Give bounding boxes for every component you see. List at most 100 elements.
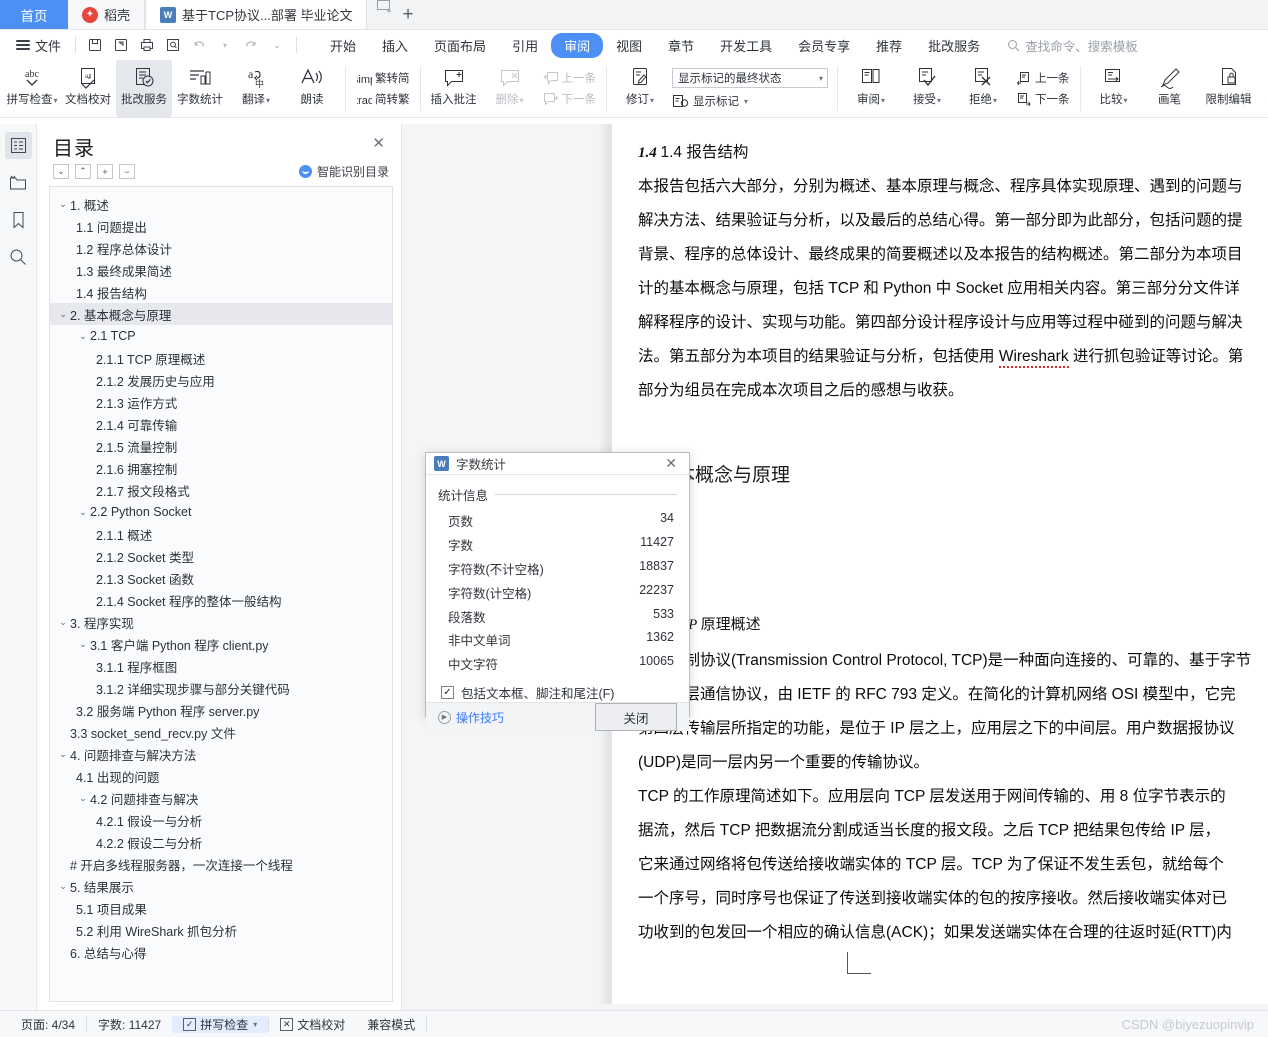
toc-item[interactable]: 3.1.1 程序框图 — [50, 655, 392, 677]
next-change-button[interactable]: 下一条 — [1013, 90, 1073, 108]
chevron-down-icon[interactable]: ⌄ — [56, 617, 70, 628]
tab-document[interactable]: W 基于TCP协议...部署 毕业论文 — [145, 0, 368, 29]
expand-down-icon[interactable]: ⌄ — [53, 164, 69, 179]
status-proofread[interactable]: ✕ 文档校对 — [269, 1016, 356, 1033]
prev-comment-button[interactable]: 上一条 — [540, 69, 600, 87]
word-count-dialog[interactable]: W 字数统计 ✕ 统计信息 页数 34 字数 11427 字符数(不计空格) 1883… — [425, 452, 690, 732]
tab-docer[interactable]: ✦ 稻壳 — [68, 0, 146, 29]
compare-button[interactable]: 比较▾ — [1086, 60, 1142, 117]
toc-item[interactable]: 3.1.2 详细实现步骤与部分关键代码 — [50, 677, 392, 699]
toc-item[interactable]: ⌄ 5. 结果展示 — [50, 875, 392, 897]
new-tab-button[interactable]: + — [392, 0, 423, 29]
chevron-down-icon[interactable]: ⌄ — [56, 199, 70, 210]
reviewing-pane-button[interactable]: 审阅▾ — [843, 60, 899, 117]
tab-dev-tools[interactable]: 开发工具 — [707, 33, 785, 58]
toc-item[interactable]: 2.1.3 运作方式 — [50, 391, 392, 413]
rail-outline-toc[interactable] — [4, 132, 32, 159]
toc-item[interactable]: 2.1.1 概述 — [50, 523, 392, 545]
chevron-down-icon[interactable]: ⌄ — [76, 507, 90, 518]
toc-item[interactable]: 6. 总结与心得 — [50, 941, 392, 963]
simp-to-trad-button[interactable]: trad 简转繁 — [353, 90, 413, 108]
toc-item[interactable]: ⌄ 2.2 Python Socket — [50, 501, 392, 523]
doc-permission-button[interactable]: 文档权限 — [1260, 60, 1268, 117]
tab-review[interactable]: 审阅 — [551, 32, 604, 58]
trad-to-simp-button[interactable]: simp 繁转简 — [353, 69, 413, 87]
prev-change-button[interactable]: 上一条 — [1013, 69, 1073, 87]
toc-item[interactable]: 3.2 服务端 Python 程序 server.py — [50, 699, 392, 721]
toc-item[interactable]: 2.1.2 Socket 类型 — [50, 545, 392, 567]
redo-icon[interactable] — [238, 33, 264, 57]
restrict-edit-button[interactable]: 限制编辑 — [1198, 60, 1260, 117]
translate-button[interactable]: a中 翻译▾ — [228, 60, 284, 117]
toc-item[interactable]: ⌄ 3.1 客户端 Python 程序 client.py — [50, 633, 392, 655]
chevron-down-icon[interactable]: ⌄ — [56, 309, 70, 320]
chevron-down-icon[interactable]: ⌄ — [76, 639, 90, 650]
customize-quick-access-icon[interactable]: ⌄ — [264, 33, 290, 57]
next-comment-button[interactable]: 下一条 — [540, 90, 600, 108]
toc-item[interactable]: ⌄ 1. 概述 — [50, 193, 392, 215]
print-icon[interactable] — [134, 33, 160, 57]
tab-home[interactable]: 首页 — [0, 0, 68, 29]
status-word-count[interactable]: 字数: 11427 — [87, 1016, 172, 1033]
chevron-down-icon[interactable]: ⌄ — [56, 749, 70, 760]
word-count-button[interactable]: 字数统计 — [172, 60, 228, 117]
rail-search[interactable] — [5, 243, 32, 270]
toc-item[interactable]: 5.2 利用 WireShark 抓包分析 — [50, 919, 392, 941]
toc-item[interactable]: ⌄ 4.2 问题排查与解决 — [50, 787, 392, 809]
toc-item[interactable]: 2.1.4 Socket 程序的整体一般结构 — [50, 589, 392, 611]
file-menu-button[interactable]: 文件 — [8, 36, 69, 55]
read-aloud-button[interactable]: 朗读 — [284, 60, 340, 117]
delete-comment-button[interactable]: 删除▾ — [482, 60, 538, 117]
tab-start[interactable]: 开始 — [317, 33, 369, 58]
print-preview-icon[interactable] — [160, 33, 186, 57]
expand-all-icon[interactable]: + — [97, 164, 113, 179]
toc-item[interactable]: ⌄ 4. 问题排查与解决方法 — [50, 743, 392, 765]
toc-item[interactable]: 2.1.5 流量控制 — [50, 435, 392, 457]
tab-correction-service[interactable]: 批改服务 — [915, 33, 993, 58]
doc-proofread-button[interactable]: a 文档校对 — [60, 60, 116, 117]
accept-button[interactable]: 接受▾ — [899, 60, 955, 117]
tab-member-exclusive[interactable]: 会员专享 — [785, 33, 863, 58]
command-search[interactable]: 查找命令、搜索模板 — [1007, 36, 1138, 55]
toc-item[interactable]: 2.1.4 可靠传输 — [50, 413, 392, 435]
toc-list[interactable]: ⌄ 1. 概述 1.1 问题提出 1.2 程序总体设计 1.3 最终成果简述 1.… — [49, 186, 393, 1002]
toc-item[interactable]: ⌄ 3. 程序实现 — [50, 611, 392, 633]
smart-recognize-toc-button[interactable]: 智能识别目录 — [298, 163, 389, 180]
toc-item[interactable]: 1.1 问题提出 — [50, 215, 392, 237]
correction-service-button[interactable]: 批改服务 — [116, 60, 172, 117]
markup-display-select[interactable]: 显示标记的最终状态 ▾ — [672, 68, 828, 88]
track-changes-button[interactable]: 修订▾ — [612, 60, 668, 117]
save-icon[interactable] — [82, 33, 108, 57]
toc-item[interactable]: ⌄ 2.1 TCP — [50, 325, 392, 347]
reject-button[interactable]: 拒绝▾ — [955, 60, 1011, 117]
toc-item[interactable]: 2.1.2 发展历史与应用 — [50, 369, 392, 391]
toc-item[interactable]: 2.1.3 Socket 函数 — [50, 567, 392, 589]
status-page[interactable]: 页面: 4/34 — [10, 1016, 86, 1033]
toc-item[interactable]: 4.2.2 假设二与分析 — [50, 831, 392, 853]
save-as-icon[interactable] — [108, 33, 134, 57]
chevron-down-icon[interactable]: ⌄ — [76, 793, 90, 804]
rail-bookmark[interactable] — [5, 206, 32, 233]
toc-item[interactable]: 4.2.1 假设一与分析 — [50, 809, 392, 831]
chevron-down-icon[interactable]: ⌄ — [76, 331, 90, 342]
chevron-down-icon[interactable]: ⌄ — [56, 881, 70, 892]
tab-page-layout[interactable]: 页面布局 — [421, 33, 499, 58]
operation-tips-link[interactable]: ▶ 操作技巧 — [438, 709, 504, 726]
include-textboxes-checkbox-row[interactable]: ✓ 包括文本框、脚注和尾注(F) — [438, 683, 677, 702]
toc-item[interactable]: 2.1.1 TCP 原理概述 — [50, 347, 392, 369]
check-box-icon[interactable]: ✓ — [441, 686, 454, 700]
undo-icon[interactable] — [186, 33, 212, 57]
status-compat-mode[interactable]: 兼容模式 — [356, 1016, 426, 1033]
document-page[interactable]: 1.4 1.4 报告结构 本报告包括六大部分，分别为概述、基本原理与概念、程序具… — [611, 124, 1268, 1004]
cast-icon[interactable] — [377, 0, 392, 29]
toc-item[interactable]: 3.3 socket_send_recv.py 文件 — [50, 721, 392, 743]
dialog-close-button[interactable]: 关闭 — [595, 703, 677, 732]
collapse-all-icon[interactable]: − — [119, 164, 135, 179]
toc-item[interactable]: 1.2 程序总体设计 — [50, 237, 392, 259]
tab-recommend[interactable]: 推荐 — [863, 33, 915, 58]
dialog-titlebar[interactable]: W 字数统计 ✕ — [426, 453, 689, 475]
toc-item[interactable]: 2.1.6 拥塞控制 — [50, 457, 392, 479]
toc-item[interactable]: 2.1.7 报文段格式 — [50, 479, 392, 501]
collapse-up-icon[interactable]: ⌃ — [75, 164, 91, 179]
status-spellcheck[interactable]: ✓ 拼写检查 ▾ — [172, 1015, 269, 1033]
